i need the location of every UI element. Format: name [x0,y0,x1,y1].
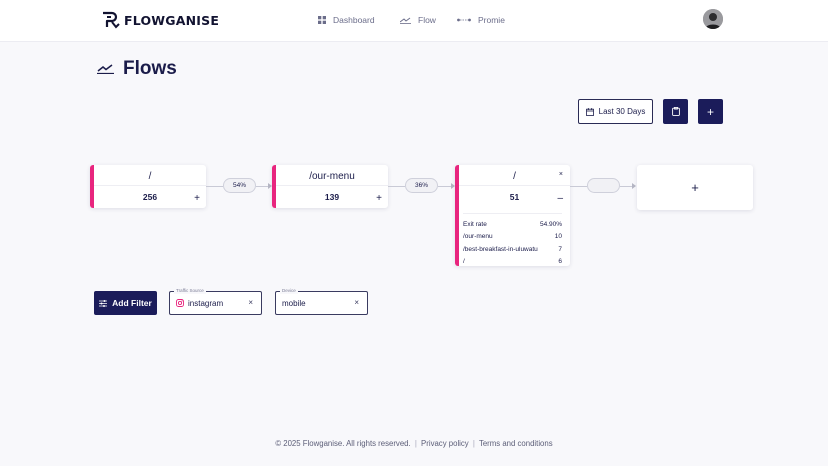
detail-label: / [463,258,465,266]
nav-flow-label: Flow [418,15,436,25]
user-avatar[interactable] [703,9,723,29]
step-divider [276,185,388,186]
step-path: / [148,171,152,182]
step-count: 139 [324,192,340,202]
page-header: Flows [97,58,177,80]
nav-promie-label: Promie [478,15,505,25]
flow-icon [400,17,411,24]
connector-line [206,186,223,187]
add-step-button[interactable]: + [637,165,753,210]
copy-button[interactable] [663,99,688,124]
transition-rate-empty [587,178,620,193]
date-range-label: Last 30 Days [598,107,646,116]
step-divider [94,185,206,186]
detail-label: Exit rate [463,220,487,228]
copyright-text: © 2025 Flowganise. All rights reserved. [275,439,411,448]
step-count: 51 [509,192,520,202]
user-photo-icon [703,9,723,29]
detail-label: /our-menu [463,233,493,241]
terms-link[interactable]: Terms and conditions [479,439,553,448]
step-path: / [513,171,516,182]
expand-step-button[interactable]: + [376,194,382,204]
step-count: 256 [142,192,158,202]
step-path: /our-menu [309,171,355,182]
flow-step-3[interactable]: / × 51 – Exit rate 54.90% /our-menu 10 /… [455,165,570,266]
detail-row[interactable]: /best-breakfast-in-uluwatu 7 [463,243,562,256]
remove-filter-button[interactable]: × [354,298,359,307]
add-flow-label: + [706,104,714,119]
nav-dashboard-label: Dashboard [333,15,375,25]
grid-icon [318,16,326,24]
brand-name: FLOWGANISE [124,12,220,28]
remove-filter-button[interactable]: × [248,298,253,307]
close-step-button[interactable]: × [559,171,563,178]
brand-logo[interactable]: FLOWGANISE [101,11,219,29]
detail-row[interactable]: / 6 [463,256,562,267]
arrow-right-icon [632,183,636,189]
step-divider [459,185,570,186]
expand-step-button[interactable]: + [194,194,200,204]
flows-icon [97,64,114,74]
footer-divider: | [472,439,475,448]
calendar-icon [585,107,594,116]
flowganise-logo-icon [103,11,120,29]
add-filter-button[interactable]: Add Filter [94,291,157,315]
nav-flow[interactable]: Flow [400,15,436,25]
footer: © 2025 Flowganise. All rights reserved. … [0,439,828,448]
detail-value: 6 [558,258,562,266]
filter-chip-traffic-source[interactable]: Traffic Source instagram × [169,287,262,315]
sliders-icon [99,299,108,307]
date-range-button[interactable]: Last 30 Days [578,99,653,124]
connector-line [438,186,451,187]
step-details: Exit rate 54.90% /our-menu 10 /best-brea… [463,213,562,266]
flow-step-1[interactable]: / 256 + [90,165,206,208]
clipboard-icon [671,103,680,121]
flow-step-2[interactable]: /our-menu 139 + [272,165,388,208]
privacy-policy-link[interactable]: Privacy policy [421,439,469,448]
detail-label: /best-breakfast-in-uluwatu [463,245,538,253]
nav-dashboard[interactable]: Dashboard [318,15,375,25]
connector-line [570,186,587,187]
add-flow-button[interactable]: + [698,99,723,124]
footer-divider: | [414,439,417,448]
chip-label: Device [280,287,298,294]
connector-line [256,186,268,187]
detail-value: 7 [558,245,562,253]
transition-rate: 36% [405,178,438,193]
top-nav-bar: FLOWGANISE Dashboard Flow Promie [0,0,828,42]
detail-row[interactable]: /our-menu 10 [463,231,562,244]
instagram-icon [176,299,184,307]
nav-promie[interactable]: Promie [457,15,505,25]
dots-line-icon [457,18,471,22]
chip-value: mobile [282,299,306,308]
chip-value: instagram [188,299,224,308]
collapse-step-button[interactable]: – [557,194,563,204]
detail-value: 10 [554,233,562,241]
connector-line [388,186,405,187]
add-filter-label: Add Filter [112,298,152,308]
chip-label: Traffic Source [174,287,206,294]
detail-value: 54.90% [539,220,562,228]
page-title: Flows [123,58,177,79]
filter-chip-device[interactable]: Device mobile × [275,287,368,315]
transition-rate: 54% [223,178,256,193]
detail-row: Exit rate 54.90% [463,218,562,231]
